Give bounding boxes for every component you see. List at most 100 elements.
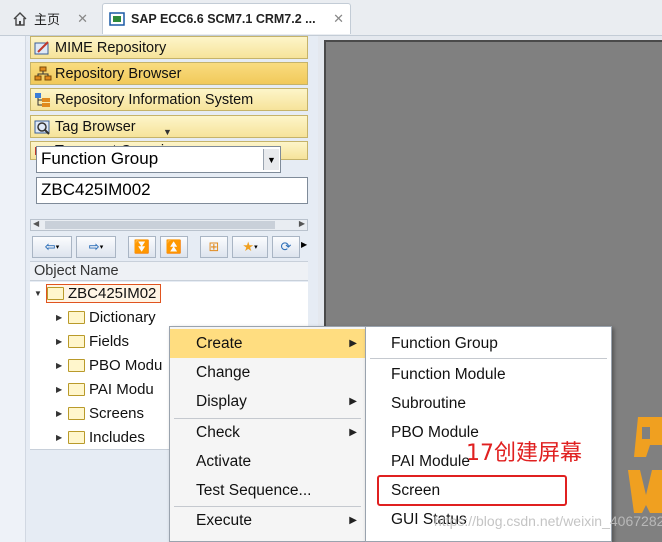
nav-label: Repository Information System bbox=[55, 91, 254, 108]
arrow-right-icon: ⇨ bbox=[88, 239, 100, 254]
info-system-icon bbox=[33, 91, 53, 109]
scroll-right-icon[interactable]: ▶ bbox=[299, 219, 305, 228]
menu-item-label: Test Sequence... bbox=[196, 481, 312, 499]
submenu-arrow-icon: ▶ bbox=[349, 515, 357, 526]
tab-home-label: 主页 bbox=[34, 12, 61, 27]
nav-button-mime-repository[interactable]: MIME Repository bbox=[30, 36, 308, 59]
tree-root-node[interactable]: ▼ ZBC425IM02 bbox=[34, 282, 162, 304]
tree-node-pai-modules[interactable]: ▶ PAI Modu bbox=[56, 378, 154, 400]
menu-item-label: Execute bbox=[196, 511, 253, 529]
nav-label: MIME Repository bbox=[55, 39, 167, 56]
folder-icon bbox=[68, 358, 85, 372]
horizontal-scrollbar[interactable]: ◀ ▶ bbox=[30, 219, 308, 231]
refresh-icon: ⟳ bbox=[280, 239, 292, 254]
tree-node-label: Dictionary bbox=[89, 308, 156, 326]
folder-icon bbox=[68, 430, 85, 444]
home-icon bbox=[12, 11, 28, 27]
menu-item-display[interactable]: Display ▶ bbox=[170, 387, 365, 416]
folder-icon bbox=[68, 334, 85, 348]
object-name-input[interactable]: ZBC425IM002 bbox=[36, 177, 308, 204]
menu-item-activate[interactable]: Activate bbox=[170, 447, 365, 476]
create-submenu: Function Group Function Module Subroutin… bbox=[365, 326, 612, 542]
navigator-toolbar: ⇦ ▾ ⇨ ▾ ⏬ ⏫ ⊞ ★ ▾ ⟳ ▶ bbox=[30, 234, 308, 260]
expand-arrow-icon[interactable]: ▶ bbox=[56, 385, 68, 394]
tab-sap-label: SAP ECC6.6 SCM7.1 CRM7.2 ... bbox=[131, 12, 316, 26]
tree-node-dictionary[interactable]: ▶ Dictionary bbox=[56, 306, 156, 328]
expand-arrow-icon[interactable]: ▶ bbox=[56, 337, 68, 346]
tab-home[interactable]: 主页 ✕ bbox=[6, 3, 94, 34]
folder-icon bbox=[68, 382, 85, 396]
tree-node-includes[interactable]: ▶ Includes bbox=[56, 426, 145, 448]
menu-item-change[interactable]: Change bbox=[170, 358, 365, 387]
scroll-left-icon[interactable]: ◀ bbox=[33, 219, 39, 228]
more-icon[interactable]: ▶ bbox=[301, 240, 307, 249]
submenu-arrow-icon: ▶ bbox=[349, 427, 357, 438]
back-button[interactable]: ⇦ ▾ bbox=[32, 236, 72, 258]
collapse-down-icon: ⏬ bbox=[133, 239, 151, 254]
tree-node-pbo-modules[interactable]: ▶ PBO Modu bbox=[56, 354, 162, 376]
folder-icon bbox=[68, 310, 85, 324]
expand-arrow-icon[interactable]: ▶ bbox=[56, 313, 68, 322]
arrow-left-icon: ⇦ bbox=[44, 239, 56, 254]
menu-item-label: Display bbox=[196, 392, 247, 410]
tag-icon bbox=[33, 118, 53, 136]
menu-item-label: Change bbox=[196, 363, 251, 381]
tree-root-label: ZBC425IM02 bbox=[68, 284, 157, 302]
menu-item-execute[interactable]: Execute ▶ bbox=[170, 506, 365, 535]
tree-node-label: PBO Modu bbox=[89, 356, 163, 374]
expand-all-button[interactable]: ⏬ bbox=[128, 236, 156, 258]
tree-node-label: Fields bbox=[89, 332, 130, 350]
folder-open-icon bbox=[47, 286, 64, 300]
collapse-arrow-icon[interactable]: ▼ bbox=[34, 289, 46, 298]
tab-bar: 主页 ✕ SAP ECC6.6 SCM7.1 CRM7.2 ... ✕ bbox=[0, 0, 662, 36]
panel-splitter[interactable] bbox=[0, 36, 26, 542]
tab-sap-session[interactable]: SAP ECC6.6 SCM7.1 CRM7.2 ... ✕ bbox=[102, 3, 351, 34]
tree-node-screens[interactable]: ▶ Screens bbox=[56, 402, 144, 424]
menu-item-label: PAI Module bbox=[391, 452, 470, 470]
nav-label: Repository Browser bbox=[55, 65, 182, 82]
menu-item-label: Function Module bbox=[391, 365, 506, 383]
menu-item-create[interactable]: Create ▶ bbox=[170, 329, 365, 358]
dropdown-arrow-icon[interactable]: ▼ bbox=[263, 149, 279, 170]
hierarchy-button[interactable]: ⊞ bbox=[200, 236, 228, 258]
sap-session-icon bbox=[109, 11, 125, 27]
submenu-item-function-module[interactable]: Function Module bbox=[366, 360, 611, 389]
scrollbar-thumb[interactable] bbox=[45, 221, 275, 229]
submenu-item-subroutine[interactable]: Subroutine bbox=[366, 389, 611, 418]
tree-node-label: PAI Modu bbox=[89, 380, 154, 398]
nav-button-repository-information-system[interactable]: Repository Information System bbox=[30, 88, 308, 111]
star-icon: ★ bbox=[242, 239, 255, 254]
expand-arrow-icon[interactable]: ▶ bbox=[56, 361, 68, 370]
close-icon[interactable]: ✕ bbox=[77, 11, 88, 27]
refresh-button[interactable]: ⟳ bbox=[272, 236, 300, 258]
menu-item-label: Subroutine bbox=[391, 394, 466, 412]
close-icon[interactable]: ✕ bbox=[333, 11, 344, 27]
menu-item-check[interactable]: Check ▶ bbox=[170, 418, 365, 447]
watermark: https://blog.csdn.net/weixin_40672823 bbox=[434, 513, 662, 529]
nav-button-repository-browser[interactable]: Repository Browser bbox=[30, 62, 308, 85]
forward-button[interactable]: ⇨ ▾ bbox=[76, 236, 116, 258]
collapse-up-icon: ⏫ bbox=[165, 239, 183, 254]
submenu-arrow-icon: ▶ bbox=[349, 396, 357, 407]
menu-item-label: Function Group bbox=[391, 334, 498, 352]
mime-icon bbox=[33, 39, 53, 57]
expand-nav-icon[interactable]: ▼ bbox=[163, 127, 172, 137]
tree-node-fields[interactable]: ▶ Fields bbox=[56, 330, 129, 352]
object-type-select[interactable]: Function Group bbox=[36, 146, 281, 173]
annotation-text: 17创建屏幕 bbox=[466, 441, 582, 466]
collapse-all-button[interactable]: ⏫ bbox=[160, 236, 188, 258]
expand-arrow-icon[interactable]: ▶ bbox=[56, 433, 68, 442]
favorites-button[interactable]: ★ ▾ bbox=[232, 236, 268, 258]
submenu-arrow-icon: ▶ bbox=[349, 338, 357, 349]
hierarchy-icon: ⊞ bbox=[208, 239, 220, 254]
menu-item-test-sequence[interactable]: Test Sequence... bbox=[170, 476, 365, 505]
annotation-highlight-box bbox=[377, 475, 567, 506]
tree-node-label: Includes bbox=[89, 428, 145, 446]
expand-arrow-icon[interactable]: ▶ bbox=[56, 409, 68, 418]
folder-icon bbox=[68, 406, 85, 420]
nav-label: Tag Browser bbox=[55, 118, 136, 135]
menu-item-label: Activate bbox=[196, 452, 252, 470]
menu-item-label: Check bbox=[196, 423, 240, 441]
submenu-item-function-group[interactable]: Function Group bbox=[366, 329, 611, 358]
tree-node-label: Screens bbox=[89, 404, 145, 422]
